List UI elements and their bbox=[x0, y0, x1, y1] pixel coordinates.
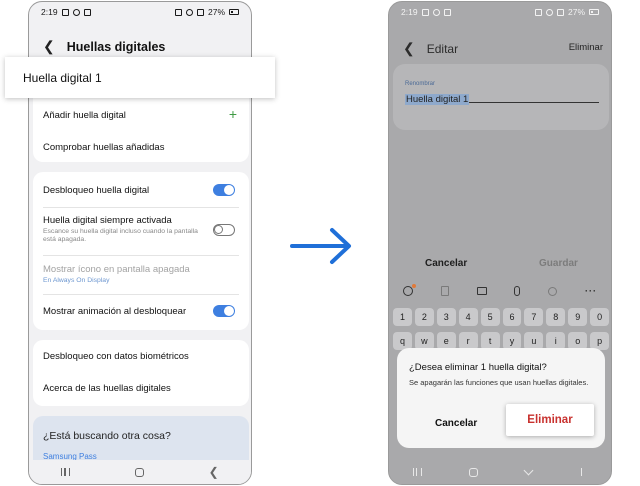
show-icon-aod-label: Mostrar ícono en pantalla apagada bbox=[43, 264, 190, 275]
check-fingerprints-label: Comprobar huellas añadidas bbox=[43, 142, 165, 153]
status-bar: 2:19 27% bbox=[389, 2, 611, 22]
plus-icon[interactable]: + bbox=[229, 107, 237, 121]
settings-header: ❮ Huellas digitales bbox=[43, 38, 165, 55]
status-time: 2:19 bbox=[41, 7, 58, 17]
toggle-knob bbox=[224, 306, 234, 316]
show-icon-aod-description: En Always On Display bbox=[43, 277, 110, 284]
settings-notification-icon bbox=[432, 8, 440, 16]
key-2[interactable]: 2 bbox=[414, 308, 434, 326]
battery-icon bbox=[589, 9, 599, 15]
toggle-knob bbox=[214, 225, 223, 234]
keyboard-number-row: 1 2 3 4 5 6 7 8 9 0 bbox=[393, 308, 610, 326]
mail-notification-icon bbox=[83, 8, 91, 16]
more-options-icon[interactable]: ··· bbox=[585, 286, 597, 296]
gallery-notification-icon bbox=[61, 8, 69, 16]
keyboard-icon[interactable] bbox=[579, 468, 588, 476]
dialog-title: ¿Desea eliminar 1 huella digital? bbox=[409, 362, 547, 373]
fingerprint-1-label: Huella digital 1 bbox=[23, 71, 102, 85]
key-5[interactable]: 5 bbox=[480, 308, 500, 326]
key-6[interactable]: 6 bbox=[502, 308, 522, 326]
wifi-icon bbox=[545, 8, 553, 16]
cancel-button[interactable]: Cancelar bbox=[425, 258, 467, 269]
fingerprint-unlock-toggle[interactable] bbox=[213, 184, 235, 196]
status-bar: 2:19 27% bbox=[29, 2, 251, 22]
back-chevron-icon[interactable]: ❮ bbox=[43, 38, 55, 55]
hide-keyboard-icon[interactable] bbox=[523, 465, 533, 475]
dialog-cancel-button[interactable]: Cancelar bbox=[435, 418, 477, 429]
unlock-animation-toggle[interactable] bbox=[213, 305, 235, 317]
about-fingerprints-label: Acerca de las huellas digitales bbox=[43, 383, 171, 394]
recents-icon[interactable] bbox=[412, 468, 422, 476]
rename-input-value: Huella digital 1 bbox=[405, 94, 470, 105]
always-on-item[interactable]: Huella digital siempre activada Escance … bbox=[43, 215, 205, 244]
always-on-label: Huella digital siempre activada bbox=[43, 215, 172, 226]
page-title: Editar bbox=[426, 41, 459, 56]
tutorial-stage: 2:19 27% ❮ Huellas digitales Añadir huel… bbox=[0, 0, 640, 486]
home-icon[interactable] bbox=[134, 467, 144, 477]
dialog-message: Se apagarán las funciones que usan huell… bbox=[409, 378, 589, 387]
key-3[interactable]: 3 bbox=[436, 308, 456, 326]
wifi-icon bbox=[185, 8, 193, 16]
recents-icon[interactable] bbox=[61, 468, 71, 476]
fingerprint-unlock-item[interactable]: Desbloqueo huella digital bbox=[43, 185, 239, 196]
gallery-notification-icon bbox=[421, 8, 429, 16]
save-button[interactable]: Guardar bbox=[539, 258, 578, 269]
edit-header: ❮ Editar bbox=[403, 40, 458, 57]
divider bbox=[43, 207, 239, 208]
next-step-arrow-icon bbox=[290, 228, 351, 264]
suggestions-title: ¿Está buscando otra cosa? bbox=[43, 430, 171, 442]
key-0[interactable]: 0 bbox=[590, 308, 610, 326]
key-8[interactable]: 8 bbox=[546, 308, 566, 326]
show-icon-aod-item: Mostrar ícono en pantalla apagada En Alw… bbox=[43, 264, 239, 285]
keyboard-toolbar: ··· bbox=[389, 280, 611, 302]
toggle-knob bbox=[224, 185, 234, 195]
biometric-unlock-label: Desbloqueo con datos biométricos bbox=[43, 351, 189, 362]
check-fingerprints-item[interactable]: Comprobar huellas añadidas bbox=[43, 142, 239, 153]
key-4[interactable]: 4 bbox=[458, 308, 478, 326]
about-fingerprints-item[interactable]: Acerca de las huellas digitales bbox=[43, 383, 239, 394]
translate-icon[interactable] bbox=[476, 287, 487, 295]
signal-icon bbox=[556, 8, 564, 16]
unlock-animation-label: Mostrar animación al desbloquear bbox=[43, 306, 187, 317]
signal-icon bbox=[196, 8, 204, 16]
biometric-unlock-item[interactable]: Desbloqueo con datos biométricos bbox=[43, 351, 239, 362]
home-icon[interactable] bbox=[468, 467, 478, 477]
status-time: 2:19 bbox=[401, 7, 418, 17]
settings-notification-icon bbox=[72, 8, 80, 16]
rename-input[interactable]: Huella digital 1 bbox=[405, 89, 599, 105]
emoji-icon[interactable] bbox=[402, 284, 416, 296]
add-fingerprint-label: Añadir huella digital bbox=[43, 110, 126, 121]
mute-icon bbox=[534, 8, 542, 16]
battery-percent: 27% bbox=[567, 7, 585, 17]
key-1[interactable]: 1 bbox=[393, 308, 412, 326]
key-7[interactable]: 7 bbox=[524, 308, 544, 326]
back-chevron-icon[interactable]: ❮ bbox=[403, 40, 415, 57]
fingerprint-1-item[interactable]: Huella digital 1 bbox=[5, 57, 275, 98]
key-9[interactable]: 9 bbox=[568, 308, 588, 326]
delete-button[interactable]: Eliminar bbox=[569, 42, 603, 53]
always-on-toggle[interactable] bbox=[213, 224, 235, 236]
mail-notification-icon bbox=[443, 8, 451, 16]
biometrics-card: Desbloqueo con datos biométricos Acerca … bbox=[33, 340, 249, 406]
page-title: Huellas digitales bbox=[66, 39, 166, 54]
battery-percent: 27% bbox=[207, 7, 225, 17]
navigation-bar: ❮ bbox=[29, 460, 251, 484]
rename-card: Renombrar Huella digital 1 bbox=[393, 64, 609, 130]
microphone-icon[interactable] bbox=[514, 286, 521, 296]
rename-field-label: Renombrar bbox=[405, 81, 436, 87]
battery-icon bbox=[229, 9, 239, 15]
back-icon[interactable]: ❮ bbox=[209, 465, 219, 479]
always-on-description: Escance su huella digital incluso cuando… bbox=[43, 228, 198, 243]
fingerprint-unlock-label: Desbloqueo huella digital bbox=[43, 185, 150, 196]
divider bbox=[43, 255, 239, 256]
settings-gear-icon[interactable] bbox=[548, 286, 558, 296]
add-fingerprint-item[interactable]: Añadir huella digital bbox=[43, 110, 239, 121]
unlock-animation-item[interactable]: Mostrar animación al desbloquear bbox=[43, 306, 239, 317]
mute-icon bbox=[174, 8, 182, 16]
clipboard-icon[interactable] bbox=[440, 286, 449, 296]
dialog-delete-button[interactable]: Eliminar bbox=[506, 404, 594, 436]
fingerprint-options-card: Desbloqueo huella digital Huella digital… bbox=[33, 172, 249, 330]
divider bbox=[43, 294, 239, 295]
navigation-bar bbox=[389, 460, 611, 484]
